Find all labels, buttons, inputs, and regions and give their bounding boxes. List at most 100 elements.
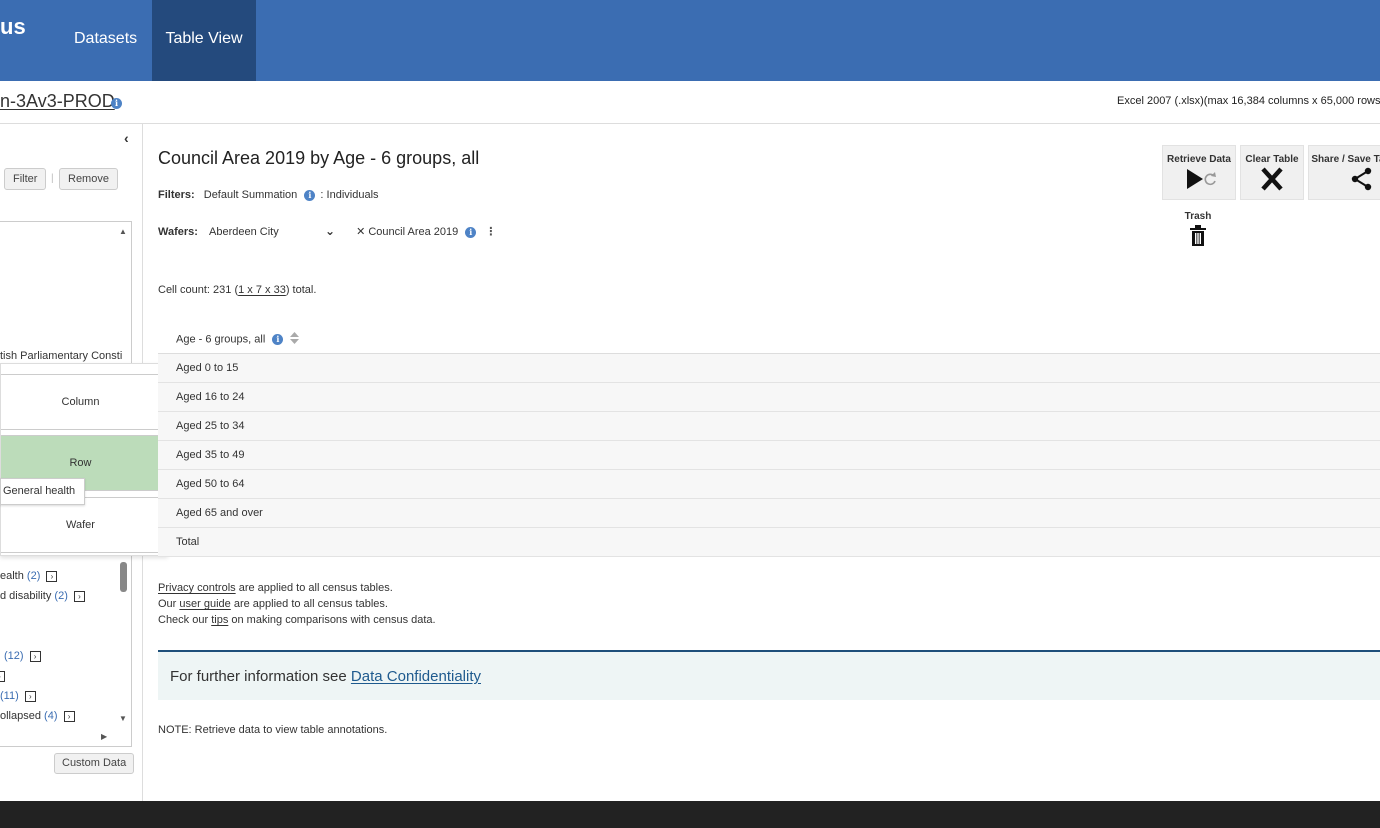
filters-summary: Filters: Default Summation i : Individua… [158,189,379,201]
row-label: Aged 16 to 24 [176,391,245,403]
close-icon[interactable]: ✕ [356,226,365,238]
chevron-down-icon: ⌄ [324,224,335,238]
chevron-left-icon[interactable]: ‹ [124,130,129,146]
retrieve-data-button[interactable]: Retrieve Data [1162,145,1236,200]
row-label: Total [176,536,200,548]
dataset-bar: n-3Av3-PROD i Excel 2007 (.xlsx)(max 16,… [0,81,1380,124]
wafers-label: Wafers: [158,226,198,238]
wafer-select[interactable]: Aberdeen City ⌄ [209,224,337,238]
expand-icon[interactable]: › [73,590,85,602]
drop-zone-wafer[interactable]: Wafer [1,497,161,553]
info-icon[interactable]: i [465,226,477,238]
button-separator: | [51,173,54,184]
dragged-variable-tag[interactable]: General health [0,478,86,505]
table-row: Aged 65 and over [158,499,1380,528]
info-icon[interactable]: i [272,334,284,345]
clear-table-label: Clear Table [1245,154,1299,165]
row-label: Aged 50 to 64 [176,478,245,490]
cell-count: Cell count: 231 (1 x 7 x 33) total. [158,284,317,296]
share-save-button[interactable]: Share / Save Ta [1308,145,1380,200]
share-icon [1309,167,1380,194]
note-text: Our [158,598,180,610]
nav-datasets[interactable]: Datasets [60,0,151,81]
row-variable-header[interactable]: Age - 6 groups, all i [176,332,300,347]
custom-data-button[interactable]: Custom Data [54,753,135,774]
expand-icon[interactable]: › [63,710,75,722]
brand-logo-text[interactable]: us [0,14,26,40]
user-guide-link[interactable]: user guide [179,598,230,610]
note-text: are applied to all census tables. [230,598,388,610]
table-row: Aged 25 to 34 [158,412,1380,441]
page-title: Council Area 2019 by Age - 6 groups, all [158,148,480,168]
expand-icon[interactable]: › [0,670,5,682]
drop-target-popup: Column Row Wafer [0,363,168,556]
row-variable-name: Age - 6 groups, all [176,333,266,346]
note-line: Our user guide are applied to all census… [158,596,436,612]
row-label: Aged 35 to 49 [176,449,245,461]
tree-item[interactable]: d disability (2) › [0,590,85,602]
table-row: Aged 35 to 49 [158,441,1380,470]
dataset-name: n-3Av3-PROD [0,91,115,111]
note-text: Check our [158,614,212,626]
scrollbar-thumb[interactable] [120,562,127,592]
tree-item-count: (2) [26,570,41,582]
tree-item[interactable]: (12) › [0,650,41,662]
wafers-summary: Wafers: Aberdeen City ⌄ ✕ Council Area 2… [158,224,496,238]
filter-button[interactable]: Filter [4,168,47,190]
scroll-down-arrow-icon[interactable]: ▼ [119,714,127,723]
cell-count-formula[interactable]: 1 x 7 x 33 [238,284,286,296]
tree-item-count: (12) [4,650,24,662]
clear-table-button[interactable]: Clear Table [1240,145,1304,200]
tree-item[interactable]: ealth (2) › [0,570,58,582]
cell-count-suffix: total. [289,284,317,296]
tree-item[interactable]: › [0,670,5,682]
tree-item[interactable]: ollapsed (4) › [0,710,75,722]
trash-icon [1180,225,1216,250]
scroll-right-arrow-icon[interactable]: ▶ [101,732,107,741]
row-label: Aged 25 to 34 [176,420,245,432]
table-row: Aged 50 to 64 [158,470,1380,499]
confidentiality-prefix: For further information see [170,668,351,685]
tree-item-count: (2) [54,590,68,602]
expand-icon[interactable]: › [24,690,36,702]
trash-button[interactable]: Trash [1180,211,1216,250]
table-row: Aged 16 to 24 [158,383,1380,412]
note-line: Privacy controls are applied to all cens… [158,580,436,596]
note-line: Check our tips on making comparisons wit… [158,612,436,628]
scroll-up-arrow-icon[interactable]: ▲ [119,227,127,236]
tree-item-count: (11) [0,690,19,702]
cell-count-value: 231 [213,284,232,296]
info-icon[interactable]: i [304,189,316,201]
note-text: are applied to all census tables. [235,582,393,594]
tree-item-count: (4) [44,710,58,722]
retrieve-data-label: Retrieve Data [1167,154,1231,165]
trash-label: Trash [1184,211,1212,222]
expand-icon[interactable]: › [29,650,41,662]
page-footer [0,801,1380,828]
tree-item[interactable]: (11) › [0,690,36,702]
top-navigation-bar: us Datasets Table View [0,0,1380,81]
tree-item[interactable]: tish Parliamentary Consti [0,350,122,362]
privacy-controls-link[interactable]: Privacy controls [158,582,236,594]
table-row: Aged 0 to 15 [158,354,1380,383]
table-row: Total [158,528,1380,557]
share-save-label: Share / Save Ta [1311,154,1380,165]
wafer-selected-value: Aberdeen City [209,226,279,238]
note-text: on making comparisons with census data. [228,614,436,626]
drop-zone-column[interactable]: Column [1,374,161,430]
cell-count-prefix: Cell count: [158,284,214,296]
filters-suffix: : Individuals [320,189,379,201]
kebab-menu-icon[interactable]: ⋮ [485,226,496,238]
nav-table-view[interactable]: Table View [152,0,256,81]
expand-icon[interactable]: › [46,570,58,582]
remove-button[interactable]: Remove [59,168,118,190]
confidentiality-banner: For further information see Data Confide… [158,650,1380,700]
row-label: Aged 0 to 15 [176,362,239,374]
tips-link[interactable]: tips [211,614,228,626]
info-icon[interactable]: i [111,98,122,109]
sort-icon[interactable] [290,332,300,347]
data-confidentiality-link[interactable]: Data Confidentiality [351,668,481,685]
census-notes: Privacy controls are applied to all cens… [158,580,436,628]
tree-item-label: d disability [0,590,52,602]
wafer-variable-name: Council Area 2019 [368,226,459,238]
